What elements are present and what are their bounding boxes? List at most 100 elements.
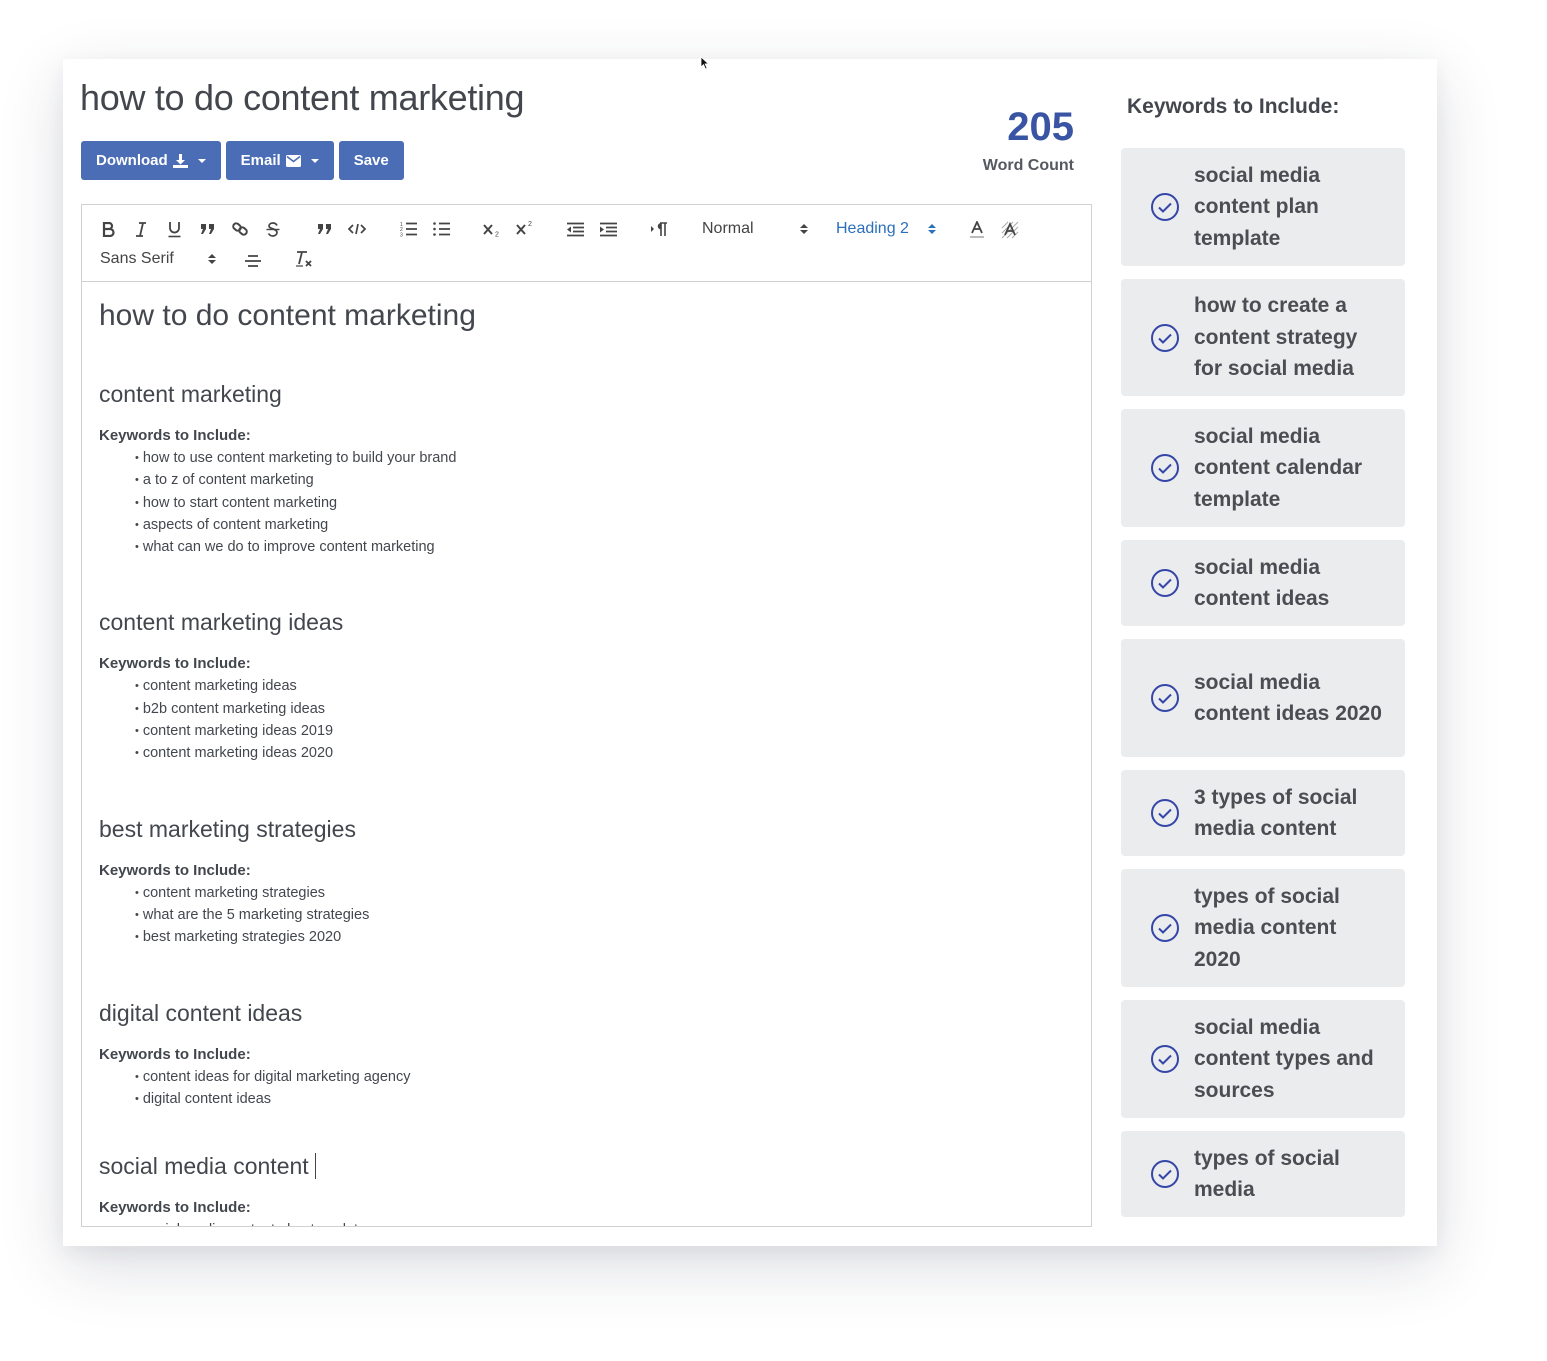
font-select-value: Sans Serif bbox=[100, 250, 174, 267]
background-color-button[interactable] bbox=[999, 219, 1021, 241]
keyword-card[interactable]: types of social media bbox=[1121, 1131, 1405, 1217]
keyword-text: social media content plan template bbox=[1194, 163, 1321, 250]
quote-button[interactable] bbox=[314, 219, 334, 239]
keywords-label: Keywords to Include: bbox=[99, 1199, 251, 1217]
keyword-item: content ideas for digital marketing agen… bbox=[135, 1067, 1074, 1089]
chevron-down-icon bbox=[310, 158, 319, 163]
clear-format-button[interactable] bbox=[293, 248, 315, 270]
download-button[interactable]: Download bbox=[81, 141, 221, 180]
keyword-item: best marketing strategies 2020 bbox=[135, 927, 1074, 949]
strikethrough-icon bbox=[266, 221, 280, 237]
section-best-marketing-strategies: best marketing strategies Keywords to In… bbox=[99, 815, 1074, 950]
outdent-button[interactable] bbox=[565, 219, 585, 239]
strike-button[interactable] bbox=[264, 219, 282, 239]
keyword-item: b2b content marketing ideas bbox=[135, 699, 1074, 721]
download-label: Download bbox=[96, 152, 168, 169]
keyword-card[interactable]: social media content ideas bbox=[1121, 540, 1405, 626]
font-select[interactable]: Sans Serif bbox=[100, 248, 216, 270]
indent-icon bbox=[600, 222, 617, 236]
keyword-list: content marketing ideas b2b content mark… bbox=[99, 676, 1074, 765]
underline-icon bbox=[168, 221, 180, 237]
keyword-text: 3 types of social media content bbox=[1194, 785, 1358, 841]
email-button[interactable]: Email bbox=[225, 141, 334, 180]
check-circle-icon bbox=[1151, 799, 1179, 827]
text-color-button[interactable] bbox=[966, 219, 988, 241]
underline-button[interactable] bbox=[165, 219, 183, 239]
background-color-icon bbox=[1001, 221, 1019, 239]
indent-button[interactable] bbox=[598, 219, 618, 239]
section-title-active: social media content bbox=[99, 1152, 1074, 1180]
superscript-button[interactable]: 2 bbox=[514, 217, 536, 237]
italic-icon bbox=[136, 221, 146, 237]
keyword-card[interactable]: 3 types of social media content bbox=[1121, 770, 1405, 856]
keyword-item: how to start content marketing bbox=[135, 493, 1074, 515]
keyword-item: digital content ideas bbox=[135, 1089, 1074, 1111]
superscript-icon: 2 bbox=[515, 221, 532, 235]
select-arrows-icon bbox=[208, 254, 216, 264]
check-circle-icon bbox=[1151, 684, 1179, 712]
heading-select[interactable]: Heading 2 bbox=[836, 218, 936, 240]
keyword-card[interactable]: social media content types and sources bbox=[1121, 1000, 1405, 1118]
envelope-icon bbox=[285, 154, 301, 167]
keyword-item: content marketing ideas 2020 bbox=[135, 743, 1074, 765]
subscript-icon: 2 bbox=[482, 223, 499, 237]
blockquote-button[interactable] bbox=[197, 219, 217, 239]
link-button[interactable] bbox=[230, 219, 250, 239]
save-button[interactable]: Save bbox=[338, 141, 404, 180]
keyword-card[interactable]: types of social media content 2020 bbox=[1121, 869, 1405, 987]
editor-content[interactable]: how to do content marketing content mark… bbox=[82, 282, 1091, 1226]
chevron-down-icon bbox=[197, 158, 206, 163]
keywords-label: Keywords to Include: bbox=[99, 655, 251, 673]
word-count-label: Word Count bbox=[982, 157, 1074, 174]
keyword-item: how to use content marketing to build yo… bbox=[135, 448, 1074, 470]
keyword-item: content marketing ideas bbox=[135, 676, 1074, 698]
check-circle-icon bbox=[1151, 1160, 1179, 1188]
keyword-item: a to z of content marketing bbox=[135, 470, 1074, 492]
code-button[interactable] bbox=[347, 219, 367, 239]
heading-select-value: Heading 2 bbox=[836, 220, 909, 237]
section-title: digital content ideas bbox=[99, 999, 303, 1026]
align-button[interactable] bbox=[242, 250, 264, 272]
ordered-list-button[interactable]: 123 bbox=[398, 219, 418, 239]
keyword-card[interactable]: how to create a content strategy for soc… bbox=[1121, 279, 1405, 396]
paragraph-direction-icon bbox=[651, 221, 667, 236]
code-icon bbox=[348, 223, 366, 235]
keywords-label: Keywords to Include: bbox=[99, 861, 251, 879]
keyword-card[interactable]: social media content plan template bbox=[1121, 148, 1405, 266]
check-circle-icon bbox=[1151, 323, 1179, 352]
keywords-label: Keywords to Include: bbox=[99, 1045, 251, 1063]
header-select-value: Normal bbox=[702, 220, 754, 237]
editor-toolbar: 123 2 2 Normal Heading 2 Sans Serif bbox=[82, 205, 1091, 282]
keyword-text: social media content ideas bbox=[1194, 555, 1330, 611]
keywords-label: Keywords to Include: bbox=[99, 427, 251, 444]
header-select[interactable]: Normal bbox=[702, 218, 808, 240]
keyword-text: types of social media content 2020 bbox=[1194, 884, 1340, 971]
text-color-icon bbox=[970, 221, 984, 238]
keyword-item: aspects of content marketing bbox=[135, 515, 1074, 537]
check-circle-icon bbox=[1151, 569, 1179, 597]
bullet-list-button[interactable] bbox=[431, 219, 451, 239]
email-label: Email bbox=[240, 152, 281, 169]
clear-format-icon bbox=[296, 251, 312, 267]
keyword-list: content ideas for digital marketing agen… bbox=[99, 1067, 1074, 1112]
bold-button[interactable] bbox=[99, 219, 117, 239]
keyword-list: content marketing strategies what are th… bbox=[99, 883, 1074, 950]
editor-heading: how to do content marketing bbox=[99, 299, 476, 332]
svg-text:3: 3 bbox=[400, 233, 403, 238]
text-cursor bbox=[314, 1153, 317, 1180]
keyword-card[interactable]: social media content ideas 2020 bbox=[1121, 639, 1405, 757]
subscript-button[interactable]: 2 bbox=[481, 219, 503, 239]
outdent-icon bbox=[567, 222, 584, 236]
keyword-text: types of social media bbox=[1194, 1146, 1340, 1202]
keyword-card[interactable]: social media content calendar template bbox=[1121, 409, 1405, 527]
section-title: social media content bbox=[99, 1153, 309, 1180]
word-count: 205 Word Count bbox=[958, 103, 1074, 175]
section-content-marketing-ideas: content marketing ideas Keywords to Incl… bbox=[99, 608, 1074, 765]
section-digital-content-ideas: digital content ideas Keywords to Includ… bbox=[99, 999, 1074, 1112]
keyword-item: what can we do to improve content market… bbox=[135, 537, 1074, 559]
italic-button[interactable] bbox=[132, 219, 150, 239]
quote-icon bbox=[200, 224, 214, 234]
text-direction-button[interactable] bbox=[648, 219, 670, 239]
section-title: best marketing strategies bbox=[99, 815, 356, 842]
keyword-item: content marketing strategies bbox=[135, 883, 1074, 905]
